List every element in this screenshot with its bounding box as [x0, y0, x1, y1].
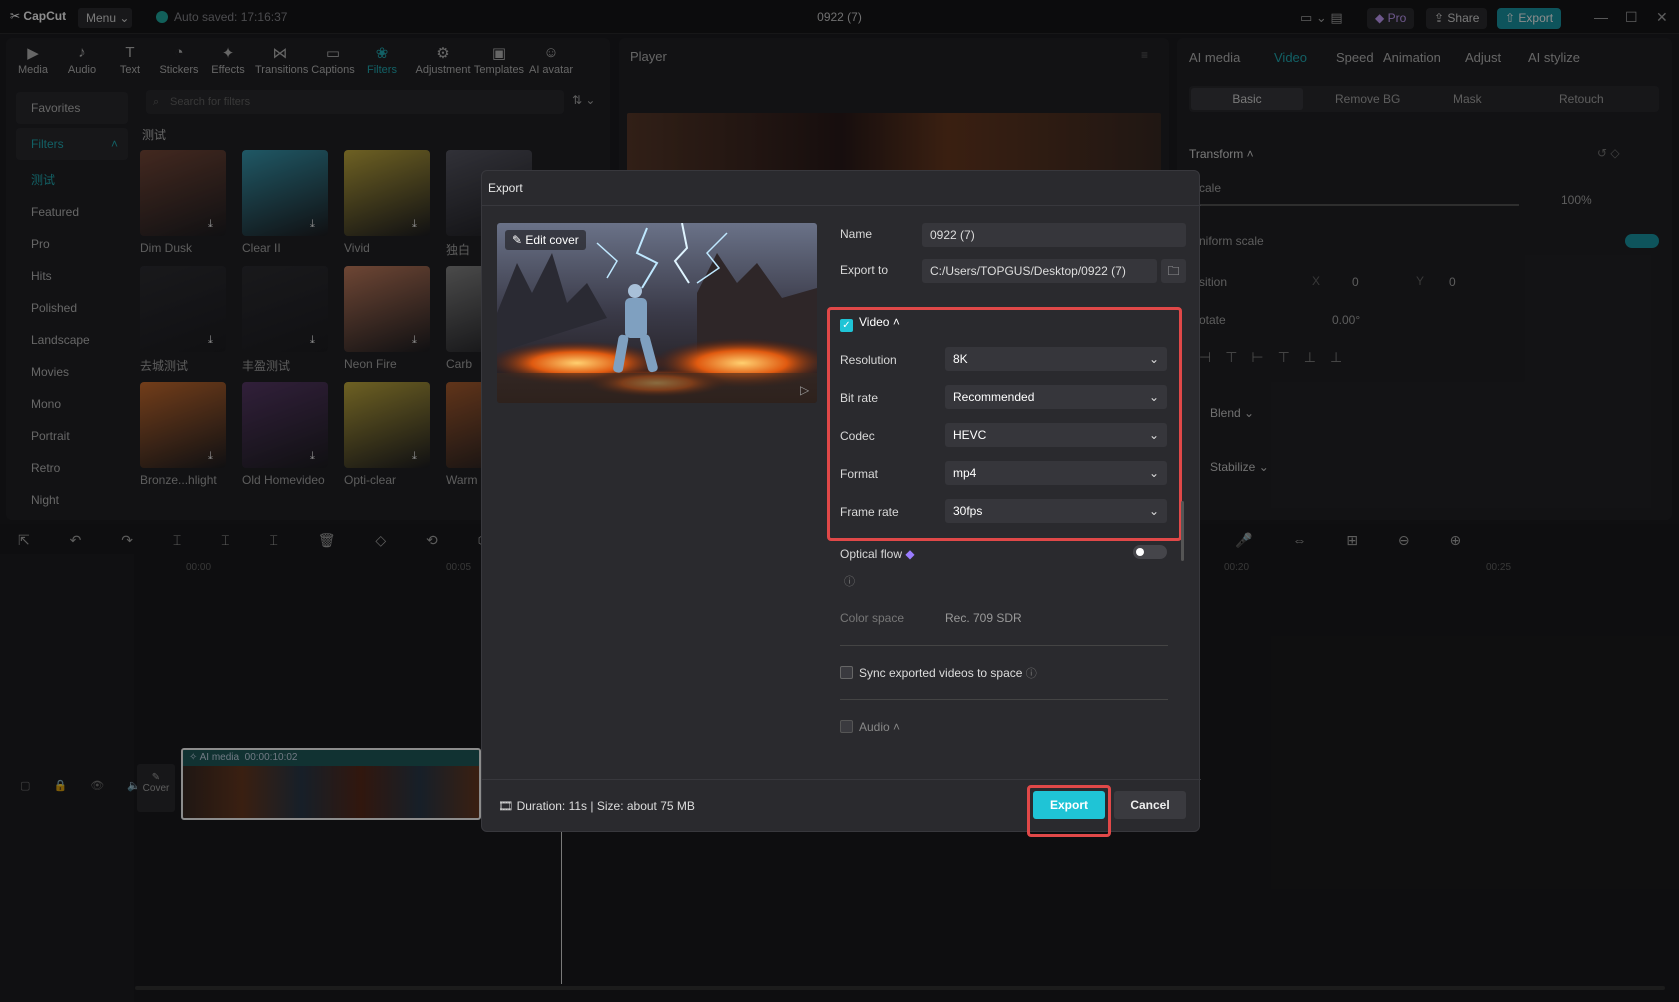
film-icon: 🎞: [498, 799, 514, 813]
play-icon[interactable]: ▷: [800, 383, 809, 397]
cover-preview: ✎ Edit cover ▷: [497, 223, 817, 403]
bitrate-select[interactable]: Recommended ⌄: [945, 385, 1167, 409]
sync-label: Sync exported videos to space: [859, 666, 1023, 680]
video-checkbox[interactable]: ✓: [840, 319, 853, 332]
edit-icon: ✎: [512, 233, 523, 247]
codec-select[interactable]: HEVC ⌄: [945, 423, 1167, 447]
audio-section-header[interactable]: Audio ˄: [840, 720, 900, 734]
chevron-down-icon: ⌄: [1148, 352, 1159, 366]
divider: [482, 205, 1201, 206]
optical-flow-toggle[interactable]: [1133, 545, 1167, 559]
bitrate-value: Recommended: [953, 390, 1035, 404]
sync-checkbox[interactable]: [840, 666, 853, 679]
cancel-button[interactable]: Cancel: [1114, 791, 1186, 819]
video-section-header[interactable]: ✓ Video ˄: [840, 315, 900, 332]
pro-gem-icon: ◆: [905, 547, 915, 561]
codec-label: Codec: [840, 429, 875, 443]
sync-option[interactable]: Sync exported videos to space ⓘ: [840, 665, 1037, 681]
cover-image: [497, 223, 817, 403]
dialog-scrollbar[interactable]: [1181, 501, 1184, 561]
video-section-label: Video: [859, 315, 890, 329]
colorspace-value: Rec. 709 SDR: [945, 611, 1022, 625]
divider: [840, 699, 1168, 700]
framerate-select[interactable]: 30fps ⌄: [945, 499, 1167, 523]
export-to-label: Export to: [840, 263, 889, 277]
footer-info: 🎞 Duration: 11s | Size: about 75 MB: [498, 799, 695, 813]
toggle-knob: [1136, 548, 1144, 556]
chevron-down-icon: ⌄: [1148, 428, 1159, 442]
export-path-input[interactable]: C:/Users/TOPGUS/Desktop/0922 (7): [922, 259, 1157, 283]
bitrate-label: Bit rate: [840, 391, 879, 405]
divider: [840, 645, 1168, 646]
name-label: Name: [840, 227, 873, 241]
framerate-label: Frame rate: [840, 505, 899, 519]
codec-value: HEVC: [953, 428, 987, 442]
name-input[interactable]: 0922 (7): [922, 223, 1186, 247]
dialog-title: Export: [488, 181, 523, 195]
audio-checkbox[interactable]: [840, 720, 853, 733]
colorspace-label: Color space: [840, 611, 905, 625]
edit-cover-label: Edit cover: [525, 233, 579, 247]
format-label: Format: [840, 467, 879, 481]
chevron-down-icon: ⌄: [1148, 466, 1159, 480]
chevron-down-icon: ⌄: [1148, 390, 1159, 404]
folder-icon[interactable]: 🗀: [1161, 259, 1186, 283]
export-dialog: Export ✎ Edit cover ▷ Name 0922 (7) Expo…: [481, 170, 1201, 837]
format-value: mp4: [953, 466, 977, 480]
framerate-value: 30fps: [953, 504, 983, 518]
info-icon[interactable]: ⓘ: [844, 573, 855, 589]
duration-size-text: Duration: 11s | Size: about 75 MB: [516, 799, 695, 813]
audio-section-label: Audio: [859, 720, 890, 734]
resolution-value: 8K: [953, 352, 968, 366]
info-icon[interactable]: ⓘ: [1026, 668, 1037, 680]
divider: [482, 779, 1201, 780]
optical-flow-text: Optical flow: [840, 547, 903, 561]
edit-cover-button[interactable]: ✎ Edit cover: [505, 230, 586, 250]
optical-flow-label: Optical flow ◆: [840, 547, 915, 561]
resolution-select[interactable]: 8K ⌄: [945, 347, 1167, 371]
resolution-label: Resolution: [840, 353, 897, 367]
chevron-down-icon: ⌄: [1148, 504, 1159, 518]
export-button[interactable]: Export: [1033, 791, 1105, 819]
format-select[interactable]: mp4 ⌄: [945, 461, 1167, 485]
